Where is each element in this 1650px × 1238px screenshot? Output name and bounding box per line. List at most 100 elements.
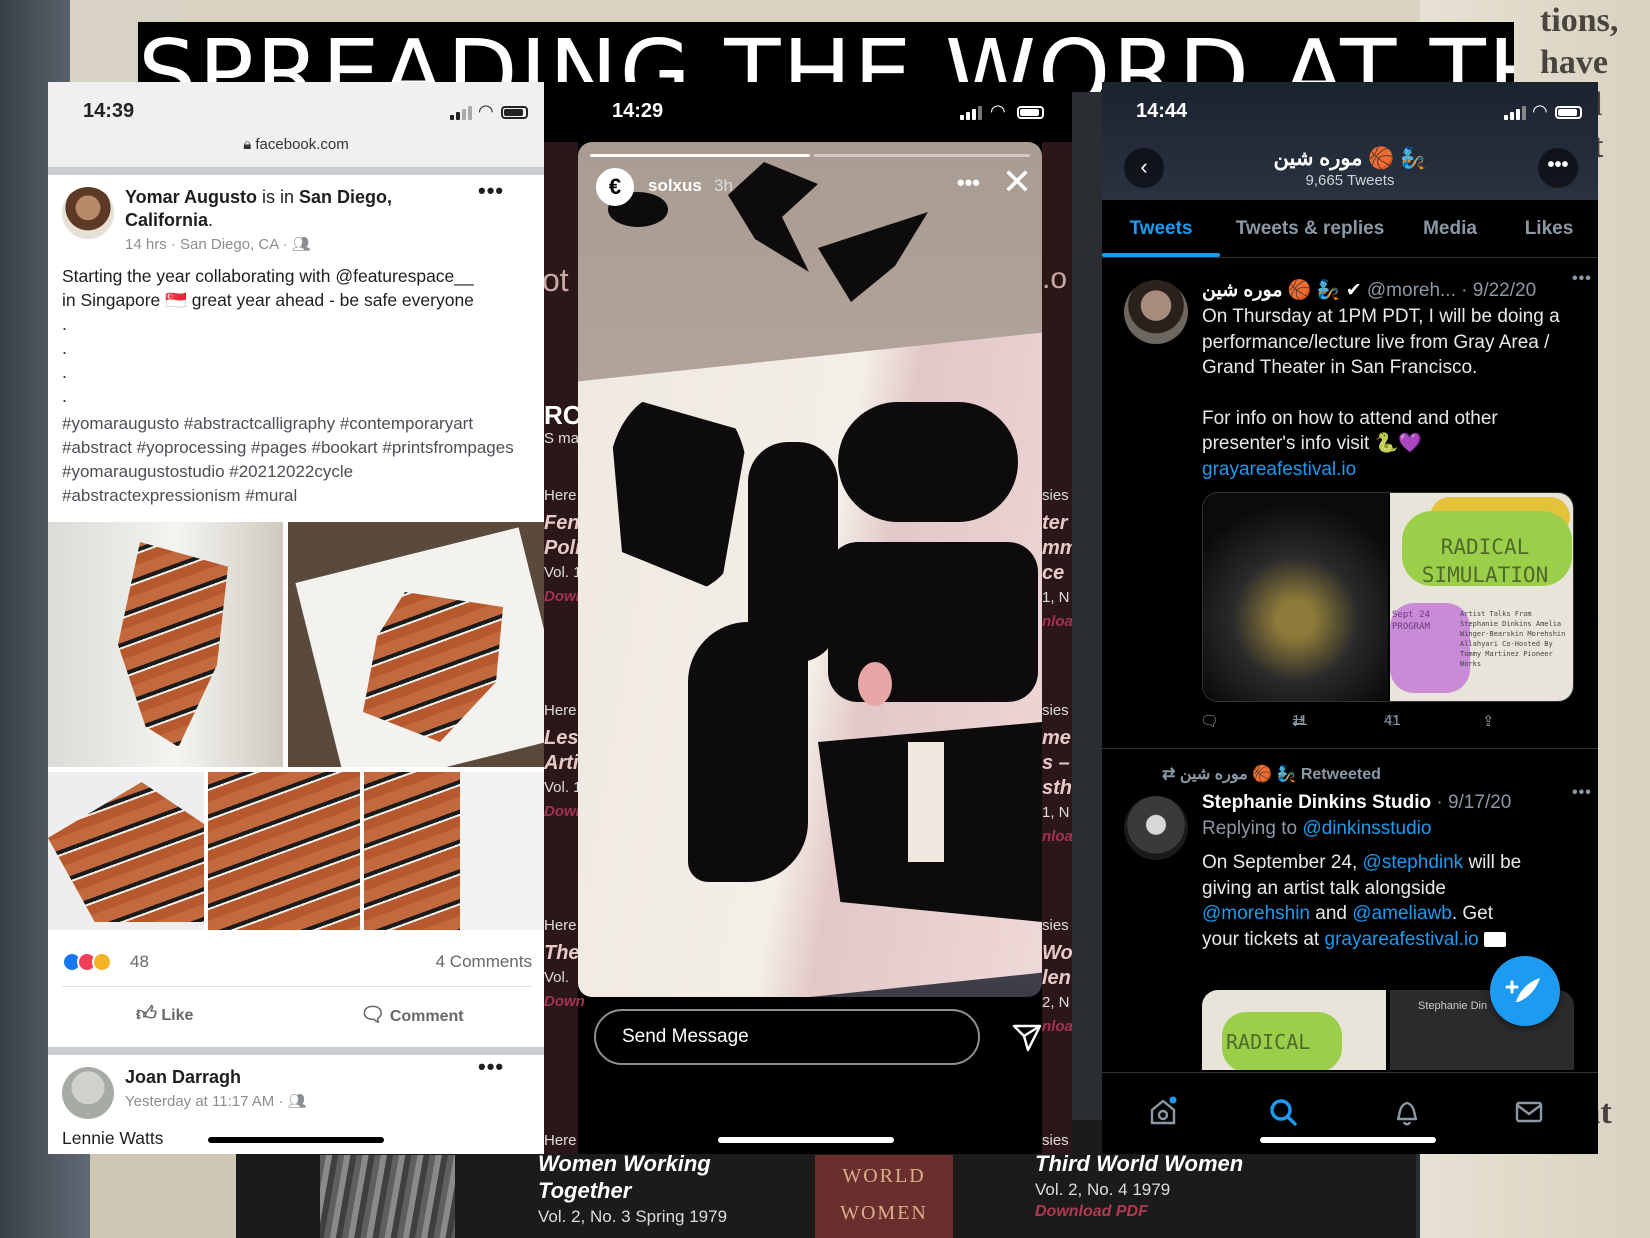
more-options-icon[interactable]: ••• — [478, 1054, 504, 1080]
tweet-more-icon[interactable]: ••• — [1572, 270, 1592, 288]
strip-text: The — [544, 942, 580, 964]
replying-to: Replying to @dinkinsstudio — [1202, 818, 1431, 840]
home-indicator — [1260, 1137, 1436, 1143]
tweet-handle[interactable]: @moreh... — [1362, 280, 1456, 301]
tweet-author[interactable]: Stephanie Dinkins Studio — [1202, 792, 1431, 813]
avatar[interactable] — [62, 1067, 114, 1119]
post-photo[interactable] — [48, 772, 204, 930]
divider — [1102, 748, 1598, 749]
tweet-photo[interactable] — [1203, 493, 1388, 701]
like-button[interactable]: 👍︎ Like — [136, 1002, 193, 1026]
avatar[interactable] — [62, 187, 114, 239]
comment-button[interactable]: 🗨︎ Comment — [360, 1002, 464, 1027]
post-text: in Singapore 🇸🇬 great year ahead - be sa… — [62, 290, 474, 310]
strip-text: sies — [1042, 702, 1069, 719]
tweet-more-icon[interactable]: ••• — [1572, 784, 1592, 802]
replying-to-label: Replying to — [1202, 818, 1303, 839]
feather-plus-icon — [1505, 978, 1540, 1002]
comment-icon: 🗨︎ — [360, 1004, 386, 1026]
background-webpage-right: .o sies ter mm ce 1, N nloa sies me s – … — [1042, 142, 1072, 1154]
page-gap — [858, 662, 892, 706]
url-text: facebook.com — [255, 136, 349, 153]
tweet-text-para: For info on how to attend and other pres… — [1202, 407, 1498, 455]
wifi-icon: ◠ — [478, 101, 494, 121]
post-body: Starting the year collaborating with @fe… — [62, 264, 532, 408]
tab-tweets-replies[interactable]: Tweets & replies — [1220, 200, 1400, 257]
more-options-icon[interactable]: ••• — [1538, 148, 1578, 188]
post-photo[interactable] — [48, 522, 283, 767]
send-icon[interactable] — [1012, 1022, 1042, 1052]
tab-tweets[interactable]: Tweets — [1102, 200, 1220, 257]
reactions-bar[interactable]: 48 4 Comments — [62, 950, 532, 980]
retweet-icon: ⇄ — [1162, 766, 1176, 783]
strip-text: ce — [1042, 562, 1065, 584]
retweeted-by[interactable]: موره شین 🏀 🧞 Retweeted — [1180, 766, 1381, 783]
share-icon[interactable]: ⇪ — [1482, 712, 1495, 730]
tab-media[interactable]: Media — [1400, 200, 1500, 257]
strip-text: nloa — [1042, 613, 1072, 630]
wifi-icon: ◠ — [1532, 101, 1548, 121]
reply-handle[interactable]: @dinkinsstudio — [1302, 818, 1431, 839]
signal-icon — [450, 106, 472, 120]
tweet-author[interactable]: موره شین 🏀 🧞 — [1202, 280, 1340, 301]
tweet-header: Stephanie Dinkins Studio · 9/17/20 — [1202, 792, 1582, 814]
strip-text: .o — [1042, 262, 1068, 295]
avatar[interactable] — [1124, 796, 1188, 860]
strip-text: mm — [1042, 537, 1072, 559]
strip-text: ot — [544, 262, 569, 298]
tweet-link[interactable]: grayareafestival.io — [1325, 929, 1479, 950]
avatar[interactable]: € — [596, 168, 634, 206]
tab-likes[interactable]: Likes — [1500, 200, 1598, 257]
archive-item[interactable]: Third World Women Vol. 2, No. 4 1979 Dow… — [1035, 1150, 1243, 1221]
tweet-photo[interactable]: RADICAL — [1202, 990, 1386, 1070]
post-author[interactable]: Yomar Augusto — [125, 187, 257, 207]
compose-tweet-button[interactable] — [1490, 956, 1560, 1026]
post-text: Lennie Watts — [62, 1128, 164, 1148]
tweet-date: · 9/22/20 — [1455, 280, 1537, 301]
comment-count[interactable]: 4 Comments — [436, 952, 532, 972]
mention-link[interactable]: @morehshin — [1202, 903, 1310, 924]
story-username[interactable]: solxus — [648, 176, 702, 196]
post-photo[interactable] — [208, 772, 360, 930]
home-icon[interactable] — [1146, 1095, 1180, 1129]
download-pdf-link[interactable]: Download PDF — [1035, 1203, 1243, 1221]
mention-link[interactable]: @ameliawb — [1352, 903, 1452, 924]
post-period: . — [208, 210, 214, 230]
search-icon[interactable] — [1266, 1095, 1300, 1129]
post-meta: 14 hrs · San Diego, CA · 👥︎ — [125, 235, 311, 253]
post-dot: . — [62, 362, 67, 382]
mail-icon[interactable] — [1512, 1095, 1546, 1129]
strip-text: sies — [1042, 487, 1069, 504]
post-is-in: is in — [257, 187, 300, 207]
tweet-photo[interactable]: RADICAL SIMULATION Sept 24 PROGRAM Artis… — [1390, 493, 1573, 701]
strip-text: me — [1042, 727, 1071, 749]
reply-icon[interactable]: 🗨︎ — [1200, 712, 1219, 730]
close-icon[interactable]: ✕ — [1002, 164, 1032, 200]
url-bar[interactable]: 🔒︎ facebook.com — [48, 136, 544, 153]
send-message-input[interactable]: Send Message — [594, 1009, 980, 1065]
wifi-icon: ◠ — [990, 101, 1006, 121]
tweet-text-para: On Thursday at 1PM PDT, I will be doing … — [1202, 306, 1560, 378]
post-photo[interactable] — [364, 772, 544, 930]
post-hashtags[interactable]: #yomaraugusto #abstractcalligraphy #cont… — [62, 412, 532, 508]
tweet-media[interactable]: RADICAL SIMULATION Sept 24 PROGRAM Artis… — [1202, 492, 1574, 702]
more-options-icon[interactable]: ••• — [478, 178, 504, 204]
mention-link[interactable]: @stephdink — [1363, 852, 1464, 873]
poster-title: RADICAL SIMULATION — [1421, 535, 1549, 587]
bell-icon[interactable] — [1390, 1095, 1424, 1129]
strip-text: nloa — [1042, 1018, 1072, 1035]
profile-name: موره شین 🏀 🧞 — [1273, 147, 1427, 170]
tweet-link[interactable]: grayareafestival.io — [1202, 457, 1584, 483]
post-photo[interactable] — [288, 522, 544, 767]
signal-icon — [1504, 106, 1526, 120]
post-author[interactable]: Joan Darragh — [125, 1067, 241, 1088]
tweet-text-part: and — [1310, 903, 1353, 924]
home-indicator — [718, 1137, 894, 1143]
avatar[interactable] — [1124, 280, 1188, 344]
tweet-text: On September 24, @stephdink will be givi… — [1202, 850, 1532, 952]
strip-text: RC — [544, 400, 582, 430]
story-image[interactable]: € solxus 3h ••• ✕ — [578, 142, 1042, 997]
archive-item[interactable]: Women Working Together Vol. 2, No. 3 Spr… — [538, 1150, 727, 1227]
strip-text: Wo — [1042, 942, 1072, 964]
more-options-icon[interactable]: ••• — [957, 170, 980, 196]
